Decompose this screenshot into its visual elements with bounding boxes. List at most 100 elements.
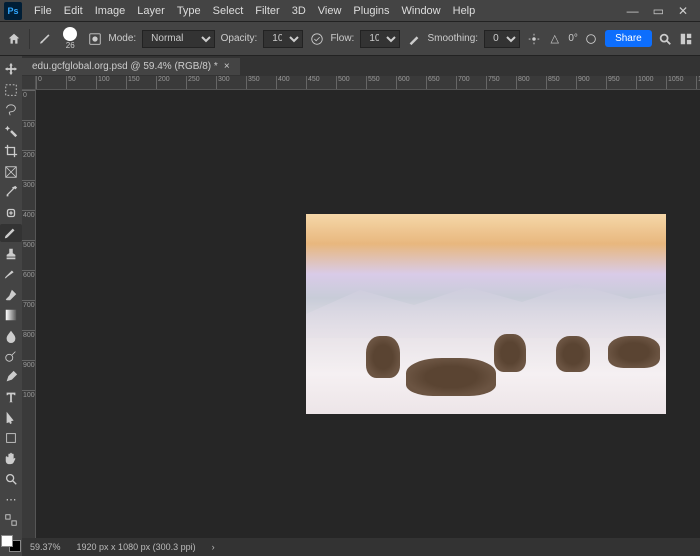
menu-bar: Ps File Edit Image Layer Type Select Fil… [0, 0, 700, 22]
ruler-tick: 900 [576, 76, 606, 89]
wand-tool[interactable] [0, 121, 22, 139]
options-bar: 26 Mode: Normal Opacity: 100% Flow: 100%… [0, 22, 700, 56]
menu-image[interactable]: Image [89, 2, 132, 20]
lasso-tool[interactable] [0, 101, 22, 119]
airbrush-icon[interactable] [406, 31, 421, 47]
close-icon[interactable]: ✕ [678, 4, 688, 18]
ruler-tick: 350 [246, 76, 276, 89]
ruler-tick: 1050 [666, 76, 696, 89]
ruler-tick: 1100 [696, 76, 700, 89]
menu-view[interactable]: View [312, 2, 348, 20]
eyedropper-tool[interactable] [0, 183, 22, 201]
tab-close-icon[interactable]: × [224, 61, 230, 72]
pressure-opacity-icon[interactable] [309, 31, 324, 47]
ruler-tick: 100 [96, 76, 126, 89]
eraser-tool[interactable] [0, 285, 22, 303]
menu-filter[interactable]: Filter [249, 2, 285, 20]
ruler-tick: 950 [606, 76, 636, 89]
search-icon[interactable] [658, 31, 673, 47]
ruler-tick: 500 [336, 76, 366, 89]
path-tool[interactable] [0, 408, 22, 426]
app-logo[interactable]: Ps [4, 2, 22, 20]
menu-select[interactable]: Select [207, 2, 250, 20]
status-bar: 59.37% 1920 px x 1080 px (300.3 ppi) › [22, 538, 700, 556]
ruler-tick: 800 [22, 330, 35, 360]
status-chevron-icon[interactable]: › [212, 542, 215, 552]
blur-tool[interactable] [0, 326, 22, 344]
canvas-image [306, 214, 666, 414]
ruler-tick: 600 [396, 76, 426, 89]
smoothing-label: Smoothing: [427, 33, 478, 44]
opacity-select[interactable]: 100% [263, 30, 303, 48]
menu-help[interactable]: Help [447, 2, 482, 20]
ruler-tick: 1000 [22, 390, 35, 420]
color-swatches[interactable] [1, 535, 21, 552]
ruler-tick: 400 [276, 76, 306, 89]
brush-preview[interactable]: 26 [63, 27, 77, 50]
history-brush-tool[interactable] [0, 265, 22, 283]
pressure-size-icon[interactable] [584, 31, 599, 47]
zoom-level[interactable]: 59.37% [30, 542, 61, 552]
hand-tool[interactable] [0, 449, 22, 467]
brush-tool-icon[interactable] [38, 31, 53, 47]
type-tool[interactable] [0, 388, 22, 406]
mode-label: Mode: [108, 33, 136, 44]
frame-tool[interactable] [0, 162, 22, 180]
marquee-tool[interactable] [0, 80, 22, 98]
crop-tool[interactable] [0, 142, 22, 160]
angle-icon[interactable]: △ [547, 31, 562, 47]
flow-label: Flow: [330, 33, 354, 44]
smoothing-select[interactable]: 0% [484, 30, 520, 48]
foreground-color[interactable] [1, 535, 13, 547]
document-tab[interactable]: edu.gcfglobal.org.psd @ 59.4% (RGB/8) * … [22, 58, 240, 75]
workspace-icon[interactable] [679, 31, 694, 47]
menu-3d[interactable]: 3D [286, 2, 312, 20]
ruler-tick: 850 [546, 76, 576, 89]
move-tool[interactable] [0, 60, 22, 78]
menu-plugins[interactable]: Plugins [347, 2, 395, 20]
menu-edit[interactable]: Edit [58, 2, 89, 20]
blend-mode-select[interactable]: Normal [142, 30, 214, 48]
brush-tool[interactable] [0, 224, 22, 242]
ruler-tick: 100 [22, 120, 35, 150]
share-button[interactable]: Share [605, 30, 652, 47]
smoothing-options-icon[interactable] [526, 31, 541, 47]
gradient-tool[interactable] [0, 306, 22, 324]
menu-type[interactable]: Type [171, 2, 207, 20]
edit-toolbar[interactable] [0, 511, 22, 529]
document-dimensions: 1920 px x 1080 px (300.3 ppi) [77, 542, 196, 552]
ruler-tick: 300 [216, 76, 246, 89]
ruler-tick: 200 [22, 150, 35, 180]
ruler-tick: 200 [156, 76, 186, 89]
document-tabs: edu.gcfglobal.org.psd @ 59.4% (RGB/8) * … [22, 56, 700, 76]
ruler-tick: 650 [426, 76, 456, 89]
ruler-tick: 900 [22, 360, 35, 390]
brush-dot-icon [63, 27, 77, 41]
horizontal-ruler[interactable]: 0501001502002503003504004505005506006507… [36, 76, 700, 90]
ruler-tick: 300 [22, 180, 35, 210]
menu-window[interactable]: Window [396, 2, 447, 20]
stamp-tool[interactable] [0, 244, 22, 262]
zoom-tool[interactable] [0, 470, 22, 488]
ruler-origin[interactable] [22, 76, 36, 90]
menu-file[interactable]: File [28, 2, 58, 20]
vertical-ruler[interactable]: 01002003004005006007008009001000 [22, 90, 36, 538]
ruler-tick: 250 [186, 76, 216, 89]
minimize-icon[interactable]: — [627, 4, 639, 18]
more-tools[interactable]: ⋯ [0, 490, 22, 508]
angle-value: 0° [568, 33, 578, 44]
shape-tool[interactable] [0, 429, 22, 447]
ruler-tick: 600 [22, 270, 35, 300]
tools-panel: ⋯ [0, 56, 22, 556]
dodge-tool[interactable] [0, 347, 22, 365]
restore-icon[interactable]: ▭ [653, 4, 664, 18]
flow-select[interactable]: 100% [360, 30, 400, 48]
healing-tool[interactable] [0, 203, 22, 221]
ruler-tick: 800 [516, 76, 546, 89]
ruler-tick: 0 [36, 76, 66, 89]
home-icon[interactable] [6, 31, 21, 47]
brush-settings-icon[interactable] [87, 31, 102, 47]
menu-layer[interactable]: Layer [131, 2, 171, 20]
canvas[interactable] [36, 90, 700, 538]
pen-tool[interactable] [0, 367, 22, 385]
